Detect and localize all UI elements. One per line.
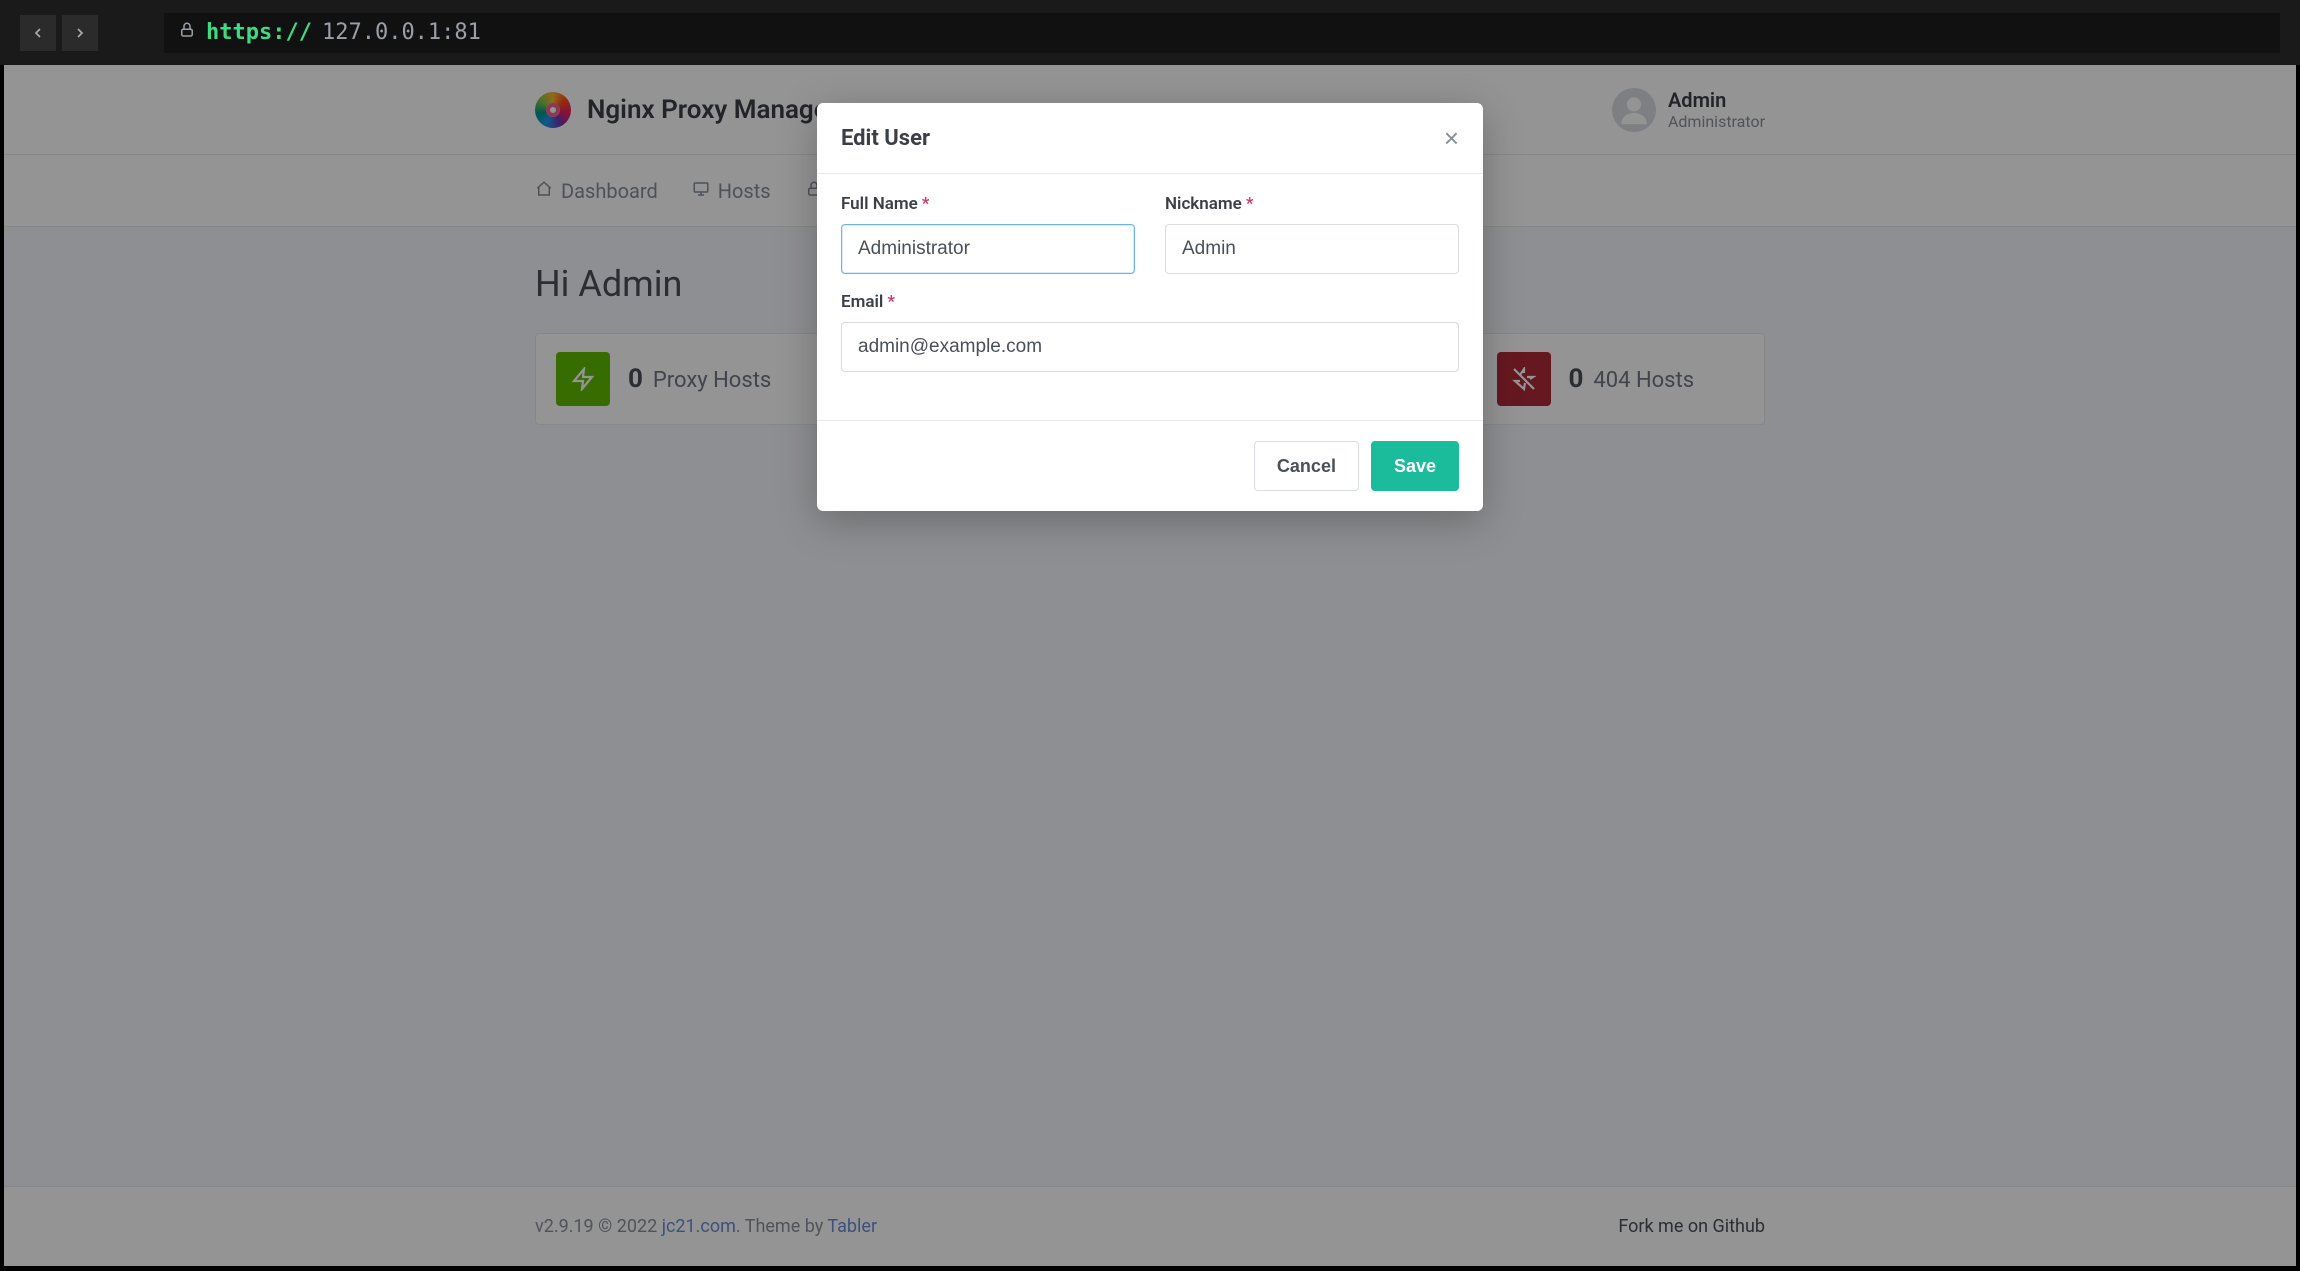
lock-icon: [178, 20, 196, 45]
browser-forward-button[interactable]: [62, 15, 98, 51]
full-name-label: Full Name*: [841, 194, 1135, 214]
nickname-input[interactable]: [1165, 224, 1459, 274]
cancel-button[interactable]: Cancel: [1254, 441, 1359, 491]
full-name-input[interactable]: [841, 224, 1135, 274]
required-indicator: *: [1246, 194, 1254, 214]
close-icon: ×: [1444, 123, 1459, 153]
browser-back-button[interactable]: [20, 15, 56, 51]
modal-backdrop[interactable]: Edit User × Full Name* Nickname* Email*: [4, 65, 2296, 1266]
required-indicator: *: [887, 292, 895, 312]
nickname-label: Nickname*: [1165, 194, 1459, 214]
email-label: Email*: [841, 292, 1459, 312]
modal-edit-user: Edit User × Full Name* Nickname* Email*: [817, 103, 1483, 511]
required-indicator: *: [922, 194, 930, 214]
browser-address-bar[interactable]: https:// 127.0.0.1:81: [164, 13, 2280, 53]
email-input[interactable]: [841, 322, 1459, 372]
url-protocol: https://: [206, 20, 312, 45]
modal-close-button[interactable]: ×: [1444, 125, 1459, 151]
url-host: 127.0.0.1:81: [322, 20, 481, 45]
browser-chrome-bar: https:// 127.0.0.1:81: [0, 0, 2300, 65]
modal-title: Edit User: [841, 126, 930, 151]
save-button[interactable]: Save: [1371, 441, 1459, 491]
